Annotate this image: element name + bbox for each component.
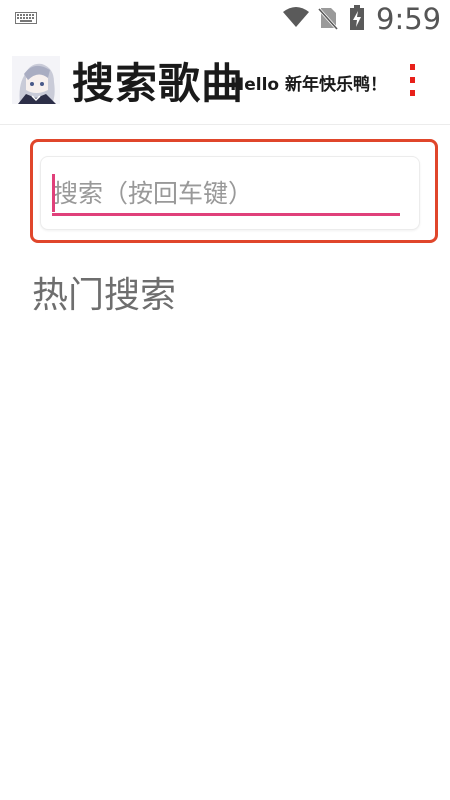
wifi-icon <box>283 7 309 27</box>
screen: 9:59 Hello 新年快乐鸭！ 搜索歌曲 搜索（按回车键） 热门搜索 <box>0 0 450 800</box>
status-bar: 9:59 <box>0 0 450 38</box>
page-title: 搜索歌曲 <box>72 59 245 108</box>
avatar[interactable] <box>12 56 60 104</box>
more-vert-icon[interactable] <box>402 64 422 98</box>
marquee-greeting: Hello 新年快乐鸭！ <box>230 75 388 95</box>
search-input[interactable] <box>53 171 399 215</box>
search-card <box>40 156 420 230</box>
status-time: 9:59 <box>376 2 442 36</box>
app-bar: Hello 新年快乐鸭！ 搜索歌曲 <box>0 38 450 125</box>
no-sim-icon <box>318 7 338 30</box>
keyboard-icon <box>15 12 37 24</box>
hot-search-title: 热门搜索 <box>32 275 177 316</box>
text-cursor <box>52 174 55 212</box>
battery-charging-icon <box>350 5 364 30</box>
search-underline <box>52 213 400 216</box>
